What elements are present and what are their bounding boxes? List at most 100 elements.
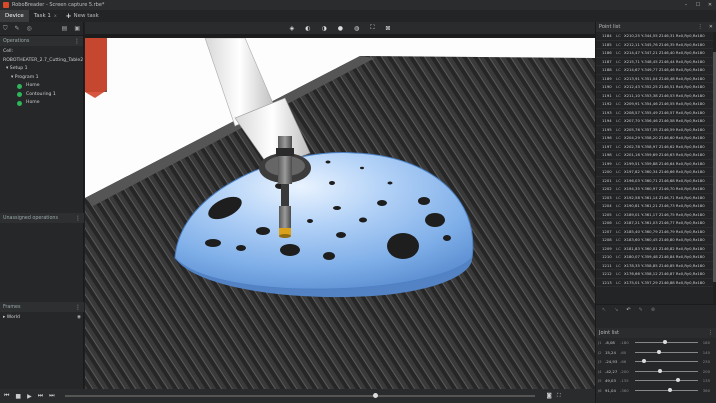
tree-item-home[interactable]: Home bbox=[3, 99, 80, 108]
skip-start-icon[interactable]: ⏮ bbox=[4, 392, 9, 400]
delete-icon[interactable]: ⊗ bbox=[651, 307, 655, 313]
tree-item-setup[interactable]: ▾ Setup 1 bbox=[3, 65, 80, 74]
joint-slider-knob[interactable] bbox=[675, 378, 680, 383]
wireframe-icon[interactable]: ◍ bbox=[354, 25, 359, 32]
joint-slider[interactable] bbox=[635, 349, 698, 354]
eye-icon[interactable]: ◉ bbox=[77, 314, 81, 323]
point-row[interactable]: 1211 LC X178,35 Y-358,85 Z146,85 Rx0,Ry0,R… bbox=[596, 262, 716, 270]
point-row[interactable]: 1184 LC X210,25 Y-344,55 Z146,31 Rx0,Ry0,R… bbox=[596, 32, 716, 41]
point-row[interactable]: 1188 LC X214,67 Y-349,77 Z146,46 Rx0,Ry0,R… bbox=[596, 66, 716, 75]
point-row[interactable]: 1208 LC X183,60 Y-360,45 Z146,80 Rx0,Ry0,R… bbox=[596, 236, 716, 245]
joint-slider[interactable] bbox=[635, 387, 698, 392]
playback-slider[interactable] bbox=[64, 393, 535, 398]
view-iso-icon[interactable]: ◐ bbox=[305, 25, 310, 32]
wrench-icon[interactable]: ✎ bbox=[15, 25, 20, 32]
3d-viewport[interactable]: ◈ ◐ ◑ ● ◍ ⛶ ⊠ bbox=[85, 22, 595, 389]
tab-device[interactable]: Device bbox=[0, 10, 29, 22]
point-type: LC bbox=[616, 279, 621, 285]
maximize-icon[interactable]: ☐ bbox=[692, 0, 704, 10]
point-row[interactable]: 1196 LC X204,29 Y-358,20 Z146,60 Rx0,Ry0,R… bbox=[596, 134, 716, 143]
close-icon[interactable]: ✕ bbox=[704, 0, 716, 10]
point-row[interactable]: 1192 LC X209,91 Y-354,46 Z146,55 Rx0,Ry0,R… bbox=[596, 100, 716, 109]
more-icon[interactable]: ⋮ bbox=[75, 215, 81, 222]
point-row[interactable]: 1199 LC X199,51 Y-359,88 Z146,64 Rx0,Ry0,R… bbox=[596, 160, 716, 168]
point-row[interactable]: 1207 LC X185,40 Y-360,79 Z146,79 Rx0,Ry0,R… bbox=[596, 228, 716, 236]
point-row[interactable]: 1213 LC X175,01 Y-357,29 Z146,88 Rx0,Ry0,R… bbox=[596, 279, 716, 287]
minimize-icon[interactable]: – bbox=[680, 0, 692, 10]
point-index: 1186 bbox=[602, 50, 612, 56]
fit-icon[interactable]: ⛶ bbox=[370, 24, 374, 32]
play-icon[interactable]: ▶ bbox=[27, 393, 32, 400]
point-row[interactable]: 1210 LC X180,07 Y-359,48 Z146,84 Rx0,Ry0,R… bbox=[596, 253, 716, 262]
point-row[interactable]: 1200 LC X197,82 Y-360,34 Z146,66 Rx0,Ry0,R… bbox=[596, 168, 716, 177]
point-row[interactable]: 1202 LC X194,35 Y-360,97 Z146,70 Rx0,Ry0,R… bbox=[596, 185, 716, 194]
skip-end-icon[interactable]: ⏭ bbox=[49, 392, 54, 400]
joint-slider-knob[interactable] bbox=[656, 349, 661, 354]
close-icon[interactable]: ✕ bbox=[709, 24, 713, 30]
point-row[interactable]: 1204 LC X190,81 Y-361,21 Z146,73 Rx0,Ry0,R… bbox=[596, 202, 716, 211]
tree-item-program[interactable]: ▾ Program 1 bbox=[3, 74, 80, 83]
point-row[interactable]: 1203 LC X192,58 Y-361,14 Z146,71 Rx0,Ry0,R… bbox=[596, 194, 716, 202]
joint-slider[interactable] bbox=[635, 359, 698, 364]
point-row[interactable]: 1209 LC X181,83 Y-360,01 Z146,82 Rx0,Ry0,R… bbox=[596, 245, 716, 253]
point-row[interactable]: 1212 LC X176,66 Y-358,12 Z146,87 Rx0,Ry0,R… bbox=[596, 270, 716, 279]
export-icon[interactable]: ▤ bbox=[62, 25, 68, 32]
joint-slider[interactable] bbox=[635, 340, 698, 345]
fullscreen-icon[interactable]: ⛶ bbox=[557, 393, 561, 400]
view-side-icon[interactable]: ◑ bbox=[321, 25, 326, 32]
undo-icon[interactable]: ↶ bbox=[626, 307, 630, 313]
point-row[interactable]: 1187 LC X215,71 Y-348,45 Z146,44 Rx0,Ry0,R… bbox=[596, 58, 716, 66]
save-icon[interactable]: ▣ bbox=[74, 25, 80, 32]
tree-item-home[interactable]: Home bbox=[3, 82, 80, 91]
joint-value[interactable]: -42,27 bbox=[605, 369, 620, 374]
joint-value[interactable]: -6,08 bbox=[605, 340, 620, 345]
more-icon[interactable]: ⋮ bbox=[698, 24, 703, 30]
playback-knob[interactable] bbox=[372, 393, 378, 398]
joint-value[interactable]: 15,24 bbox=[605, 350, 620, 355]
joint-slider[interactable] bbox=[635, 378, 698, 383]
view-top-icon[interactable]: ◈ bbox=[290, 25, 295, 32]
point-type: LC bbox=[616, 84, 621, 90]
tab-close-icon[interactable]: x bbox=[54, 14, 57, 19]
more-icon[interactable]: ⋮ bbox=[74, 38, 80, 45]
step-icon[interactable]: ⏭ bbox=[38, 392, 43, 400]
point-row[interactable]: 1186 LC X214,47 Y-347,21 Z146,40 Rx0,Ry0,R… bbox=[596, 49, 716, 58]
joint-slider-knob[interactable] bbox=[641, 359, 646, 364]
new-task-button[interactable]: + New task bbox=[62, 12, 103, 20]
more-icon[interactable]: ⋮ bbox=[708, 330, 713, 336]
point-row[interactable]: 1189 LC X213,91 Y-351,04 Z146,48 Rx0,Ry0,R… bbox=[596, 75, 716, 83]
point-row[interactable]: 1198 LC X201,16 Y-359,69 Z146,63 Rx0,Ry0,R… bbox=[596, 151, 716, 160]
point-index: 1193 bbox=[602, 109, 612, 115]
point-row[interactable]: 1191 LC X211,10 Y-353,38 Z146,53 Rx0,Ry0,R… bbox=[596, 92, 716, 100]
point-row[interactable]: 1193 LC X208,57 Y-355,49 Z146,57 Rx0,Ry0,R… bbox=[596, 109, 716, 117]
edit-icon[interactable]: ✎ bbox=[639, 307, 643, 313]
joint-slider-knob[interactable] bbox=[658, 368, 663, 373]
joint-value[interactable]: 49,03 bbox=[605, 378, 620, 383]
joint-value[interactable]: 91,04 bbox=[605, 388, 620, 393]
stop-icon[interactable]: ■ bbox=[15, 393, 21, 400]
prev-icon[interactable]: ↖ bbox=[602, 307, 606, 313]
select-icon[interactable]: ⊠ bbox=[385, 25, 390, 32]
joint-slider[interactable] bbox=[635, 368, 698, 373]
point-list[interactable]: 1184 LC X210,25 Y-344,55 Z146,31 Rx0,Ry0,R… bbox=[596, 32, 716, 304]
target-icon[interactable]: ◎ bbox=[27, 25, 32, 32]
shield-icon[interactable]: ⛉ bbox=[3, 25, 8, 33]
tree-item-world[interactable]: ▸ World bbox=[3, 314, 20, 323]
point-row[interactable]: 1195 LC X205,76 Y-357,35 Z146,59 Rx0,Ry0,R… bbox=[596, 126, 716, 134]
camera-icon[interactable]: ◙ bbox=[547, 393, 552, 400]
point-row[interactable]: 1197 LC X202,78 Y-358,97 Z146,62 Rx0,Ry0,R… bbox=[596, 143, 716, 151]
tree-item-contouring[interactable]: Contouring 1 bbox=[3, 91, 80, 100]
joint-slider-knob[interactable] bbox=[668, 387, 673, 392]
more-icon[interactable]: ⋮ bbox=[75, 304, 81, 311]
joint-value[interactable]: -24,93 bbox=[605, 359, 620, 364]
point-row[interactable]: 1205 LC X189,01 Y-361,17 Z146,75 Rx0,Ry0,R… bbox=[596, 211, 716, 219]
shading-icon[interactable]: ● bbox=[338, 25, 343, 32]
tab-task-1[interactable]: Task 1x bbox=[29, 10, 62, 22]
point-row[interactable]: 1194 LC X207,70 Y-356,46 Z146,58 Rx0,Ry0,R… bbox=[596, 117, 716, 126]
point-row[interactable]: 1185 LC X212,11 Y-345,76 Z146,35 Rx0,Ry0,R… bbox=[596, 41, 716, 49]
point-row[interactable]: 1206 LC X187,21 Y-361,03 Z146,77 Rx0,Ry0,R… bbox=[596, 219, 716, 228]
next-icon[interactable]: ↘ bbox=[614, 307, 618, 313]
joint-slider-knob[interactable] bbox=[663, 340, 668, 345]
point-row[interactable]: 1190 LC X212,43 Y-352,25 Z146,51 Rx0,Ry0,R… bbox=[596, 83, 716, 92]
point-row[interactable]: 1201 LC X196,03 Y-360,71 Z146,68 Rx0,Ry0,R… bbox=[596, 177, 716, 185]
